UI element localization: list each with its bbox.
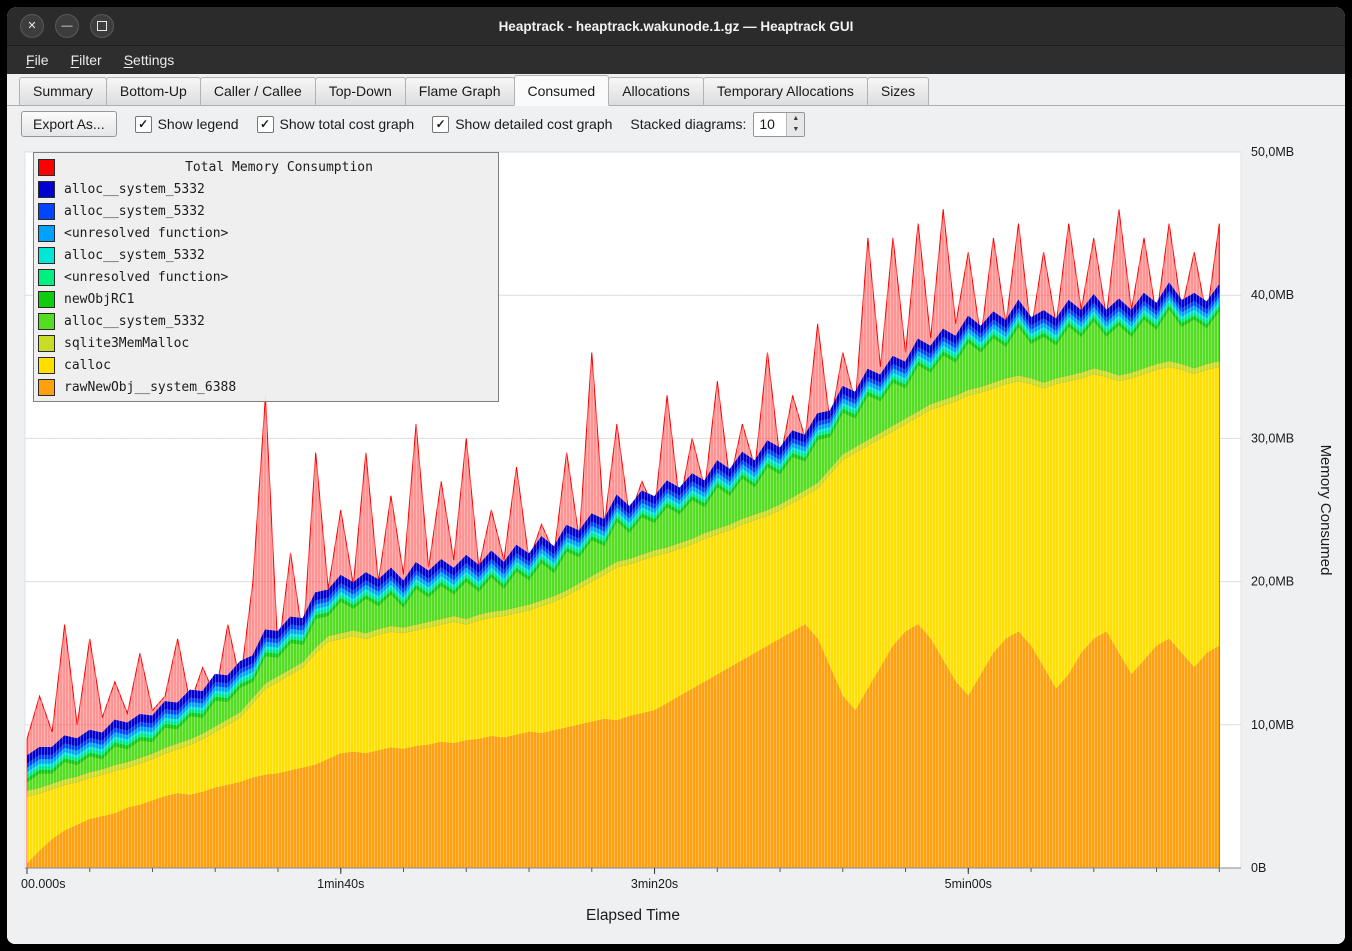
spinner-up-button[interactable]: ▲ xyxy=(787,113,804,125)
legend-swatch xyxy=(38,203,55,220)
x-tick-label: 1min40s xyxy=(317,877,364,891)
maximize-icon xyxy=(97,21,107,31)
legend-swatch xyxy=(38,181,55,198)
checkbox-show-detailed-cost-graph[interactable]: ✓ Show detailed cost graph xyxy=(432,116,612,133)
legend-item: sqlite3MemMalloc xyxy=(38,332,494,354)
legend-item-label: alloc__system_5332 xyxy=(64,204,205,219)
legend-title: Total Memory Consumption xyxy=(64,160,494,175)
x-tick-label: 5min00s xyxy=(945,877,992,891)
stacked-diagrams-label: Stacked diagrams: xyxy=(630,116,746,132)
legend-swatch xyxy=(38,313,55,330)
tab-summary[interactable]: Summary xyxy=(19,77,107,105)
legend-swatch xyxy=(38,335,55,352)
legend-item: <unresolved function> xyxy=(38,222,494,244)
legend-item: newObjRC1 xyxy=(38,288,494,310)
close-button[interactable]: ✕ xyxy=(20,14,44,38)
window-controls: ✕ — xyxy=(7,14,125,38)
menu-file[interactable]: File xyxy=(15,48,60,72)
checkbox-icon: ✓ xyxy=(257,116,274,133)
x-tick-label: 3min20s xyxy=(631,877,678,891)
legend-item-label: <unresolved function> xyxy=(64,270,228,285)
menubar: FileFilterSettings xyxy=(7,46,1345,74)
tab-bottom-up[interactable]: Bottom-Up xyxy=(106,77,201,105)
window-title: Heaptrack - heaptrack.wakunode.1.gz — He… xyxy=(7,19,1345,34)
legend-item: alloc__system_5332 xyxy=(38,178,494,200)
x-axis-title: Elapsed Time xyxy=(586,907,680,924)
minimize-button[interactable]: — xyxy=(55,14,79,38)
checkbox-show-total-cost-graph[interactable]: ✓ Show total cost graph xyxy=(257,116,415,133)
legend-item-label: alloc__system_5332 xyxy=(64,248,205,263)
legend-swatch xyxy=(38,291,55,308)
legend-item-label: sqlite3MemMalloc xyxy=(64,336,189,351)
legend-item-label: rawNewObj__system_6388 xyxy=(64,380,236,395)
chart-area: 00.000s 1min40s 3min20s 5min00s 0B 10,0MB 20,0… xyxy=(7,142,1345,944)
y-tick-label: 50,0MB xyxy=(1251,145,1294,159)
menu-filter[interactable]: Filter xyxy=(60,48,113,72)
tab-flame-graph[interactable]: Flame Graph xyxy=(405,77,515,105)
export-as-button[interactable]: Export As... xyxy=(21,111,117,137)
legend-item-label: <unresolved function> xyxy=(64,226,228,241)
checkbox-group: ✓ Show legend ✓ Show total cost graph ✓ Show … xyxy=(135,116,613,133)
checkbox-label: Show total cost graph xyxy=(280,116,415,132)
legend-item: rawNewObj__system_6388 xyxy=(38,376,494,398)
y-tick-label: 0B xyxy=(1251,861,1266,875)
legend-item-label: alloc__system_5332 xyxy=(64,182,205,197)
y-tick-label: 10,0MB xyxy=(1251,718,1294,732)
y-tick-label: 40,0MB xyxy=(1251,288,1294,302)
legend-swatch xyxy=(38,225,55,242)
legend-item-label: newObjRC1 xyxy=(64,292,134,307)
legend-item: calloc xyxy=(38,354,494,376)
checkbox-icon: ✓ xyxy=(432,116,449,133)
legend-title-row: Total Memory Consumption xyxy=(38,156,494,178)
spinner-down-button[interactable]: ▼ xyxy=(787,124,804,136)
legend-swatch xyxy=(38,379,55,396)
tab-top-down[interactable]: Top-Down xyxy=(315,77,406,105)
legend-swatch xyxy=(38,159,55,176)
spinner-value[interactable]: 10 xyxy=(754,113,786,136)
tab-sizes[interactable]: Sizes xyxy=(867,77,929,105)
y-tick-label: 20,0MB xyxy=(1251,575,1294,589)
heaptrack-window: ✕ — Heaptrack - heaptrack.wakunode.1.gz … xyxy=(7,7,1345,944)
checkbox-label: Show detailed cost graph xyxy=(455,116,612,132)
y-tick-label: 30,0MB xyxy=(1251,431,1294,445)
tab-caller-callee[interactable]: Caller / Callee xyxy=(200,77,316,105)
tab-consumed[interactable]: Consumed xyxy=(514,75,610,106)
tab-bar: SummaryBottom-UpCaller / CalleeTop-DownF… xyxy=(7,74,1345,106)
x-tick-label: 00.000s xyxy=(21,877,65,891)
legend-item-label: alloc__system_5332 xyxy=(64,314,205,329)
spinner-arrows: ▲ ▼ xyxy=(786,113,804,136)
legend-item: alloc__system_5332 xyxy=(38,200,494,222)
stacked-diagrams-spinner[interactable]: 10 ▲ ▼ xyxy=(753,112,805,137)
checkbox-label: Show legend xyxy=(158,116,239,132)
legend-swatch xyxy=(38,269,55,286)
legend-item: <unresolved function> xyxy=(38,266,494,288)
maximize-button[interactable] xyxy=(90,14,114,38)
legend-item-label: calloc xyxy=(64,358,111,373)
legend-swatch xyxy=(38,357,55,374)
titlebar: ✕ — Heaptrack - heaptrack.wakunode.1.gz … xyxy=(7,7,1345,46)
checkbox-icon: ✓ xyxy=(135,116,152,133)
y-axis-title: Memory Consumed xyxy=(1317,445,1334,576)
minimize-icon: — xyxy=(62,21,73,32)
legend-item: alloc__system_5332 xyxy=(38,244,494,266)
tab-allocations[interactable]: Allocations xyxy=(608,77,704,105)
legend-swatch xyxy=(38,247,55,264)
chart-legend: Total Memory Consumption alloc__system_53… xyxy=(33,152,499,402)
checkbox-show-legend[interactable]: ✓ Show legend xyxy=(135,116,239,133)
toolbar: Export As... ✓ Show legend ✓ Show total cos… xyxy=(7,106,1345,142)
legend-item: alloc__system_5332 xyxy=(38,310,494,332)
close-icon: ✕ xyxy=(27,21,36,32)
stacked-diagrams-control: Stacked diagrams: 10 ▲ ▼ xyxy=(630,112,805,137)
tab-temporary-allocations[interactable]: Temporary Allocations xyxy=(703,77,868,105)
menu-settings[interactable]: Settings xyxy=(113,48,186,72)
